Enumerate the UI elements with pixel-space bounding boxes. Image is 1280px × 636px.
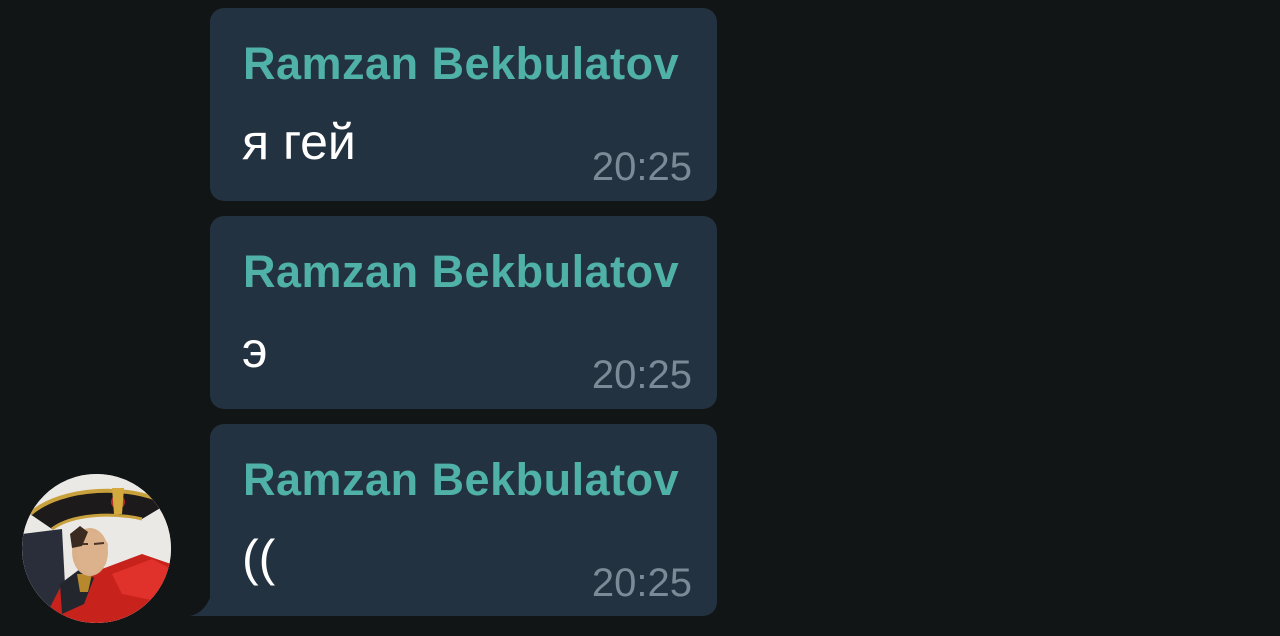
message-time: 20:25 bbox=[591, 561, 692, 605]
message-bubble[interactable]: Ramzan Bekbulatov я гей 20:25 bbox=[210, 8, 717, 201]
sender-name[interactable]: Ramzan Bekbulatov bbox=[243, 38, 679, 90]
message-bubble[interactable]: Ramzan Bekbulatov (( 20:25 bbox=[210, 424, 717, 616]
napoleon-portrait-avatar bbox=[22, 474, 171, 623]
message-text: я гей bbox=[242, 114, 356, 170]
message-time: 20:25 bbox=[591, 353, 692, 397]
avatar[interactable] bbox=[22, 474, 171, 623]
bubble-tail bbox=[190, 592, 212, 616]
sender-name[interactable]: Ramzan Bekbulatov bbox=[243, 246, 679, 298]
message-bubble[interactable]: Ramzan Bekbulatov э 20:25 bbox=[210, 216, 717, 409]
message-time: 20:25 bbox=[591, 145, 692, 189]
message-text: э bbox=[242, 322, 268, 378]
sender-name[interactable]: Ramzan Bekbulatov bbox=[243, 454, 679, 506]
message-text: (( bbox=[242, 530, 276, 586]
